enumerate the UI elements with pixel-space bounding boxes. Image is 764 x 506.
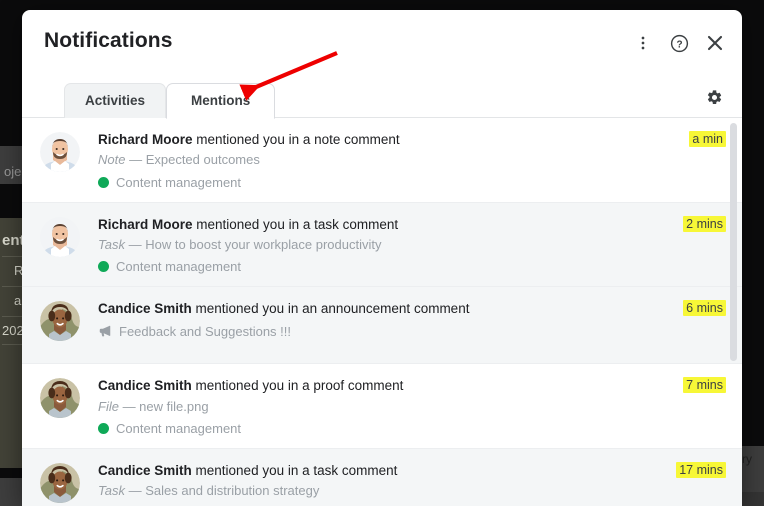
notification-author: Candice Smith <box>98 378 192 394</box>
notification-timestamp: 17 mins <box>676 462 726 479</box>
notification-author: Richard Moore <box>98 132 193 147</box>
notification-timestamp: 2 mins <box>683 215 726 232</box>
gear-icon[interactable] <box>702 85 726 109</box>
notification-meta: Content management <box>98 421 671 436</box>
avatar <box>40 301 80 342</box>
avatar <box>40 132 80 172</box>
status-dot-icon <box>98 261 109 273</box>
notification-meta: Content management <box>98 175 677 190</box>
notification-meta-label: Content management <box>116 259 242 275</box>
list-scrollbar-thumb[interactable] <box>730 123 737 361</box>
notification-timestamp: 7 mins <box>683 377 726 394</box>
notification-meta-label: Feedback and Suggestions !!! <box>119 323 292 339</box>
more-options-icon[interactable] <box>632 32 654 54</box>
header-actions: ? <box>632 32 726 54</box>
notification-body: Candice Smith mentioned you in a task co… <box>98 461 664 506</box>
notification-action: mentioned you in a note comment <box>192 132 400 147</box>
notification-subject: File — new file.png <box>98 397 671 417</box>
notification-title: Candice Smith mentioned you in a proof c… <box>98 377 671 395</box>
notification-author: Richard Moore <box>98 216 193 232</box>
notification-action: mentioned you in a task comment <box>192 216 399 232</box>
notification-meta: Feedback and Suggestions !!! <box>98 324 671 339</box>
notification-subject-text: — Sales and distribution strategy <box>124 483 320 499</box>
notification-title: Candice Smith mentioned you in a task co… <box>98 462 664 480</box>
notification-row[interactable]: Candice Smith mentioned you in an announ… <box>22 287 742 365</box>
notification-row[interactable]: Candice Smith mentioned you in a task co… <box>22 449 742 506</box>
notification-body: Candice Smith mentioned you in an announ… <box>98 299 671 338</box>
notification-kind: File <box>98 398 119 414</box>
notification-kind: Note <box>98 152 126 168</box>
notification-kind: Task <box>98 483 125 499</box>
modal-header: Notifications ? <box>22 10 742 72</box>
notification-title: Richard Moore mentioned you in a note co… <box>98 131 677 149</box>
notification-subject: Task — Sales and distribution strategy <box>98 481 664 501</box>
notification-action: mentioned you in a task comment <box>191 463 398 479</box>
svg-text:?: ? <box>676 39 682 50</box>
avatar <box>40 216 80 257</box>
notification-action: mentioned you in an announcement comment <box>191 301 470 317</box>
notification-row[interactable]: Richard Moore mentioned you in a task co… <box>22 202 742 288</box>
notification-body: Candice Smith mentioned you in a proof c… <box>98 376 671 436</box>
notification-title: Richard Moore mentioned you in a task co… <box>98 216 671 234</box>
notification-author: Candice Smith <box>98 301 192 317</box>
notification-timestamp: 6 mins <box>683 300 726 317</box>
notification-timestamp: a min <box>689 131 726 147</box>
tab-mentions[interactable]: Mentions <box>166 82 276 119</box>
notification-subject-text: — Expected outcomes <box>125 152 260 168</box>
help-icon[interactable]: ? <box>668 32 690 54</box>
tabs-row: Activities Mentions <box>22 72 742 119</box>
notification-subject-text: — new file.png <box>118 398 209 414</box>
notification-subject: Task — How to boost your workplace produ… <box>98 235 671 255</box>
notification-author: Candice Smith <box>98 463 192 479</box>
tabs: Activities Mentions <box>64 82 276 119</box>
close-icon[interactable] <box>704 32 726 54</box>
notification-subject-text: — How to boost your workplace productivi… <box>124 236 382 252</box>
tab-activities[interactable]: Activities <box>64 82 167 118</box>
notification-row[interactable]: Richard Moore mentioned you in a note co… <box>22 118 742 203</box>
megaphone-icon <box>98 324 112 338</box>
notification-meta: Content management <box>98 259 671 274</box>
avatar <box>40 378 80 419</box>
notification-body: Richard Moore mentioned you in a task co… <box>98 215 671 274</box>
notification-list[interactable]: Richard Moore mentioned you in a note co… <box>22 118 742 506</box>
notification-kind: Task <box>98 236 125 252</box>
notification-title: Candice Smith mentioned you in an announ… <box>98 300 671 318</box>
notification-meta-label: Content management <box>116 421 242 437</box>
background-text-year: 202 <box>2 323 24 338</box>
avatar <box>40 463 80 504</box>
notification-action: mentioned you in a proof comment <box>191 378 404 394</box>
list-scrollbar[interactable] <box>730 122 737 502</box>
notification-row[interactable]: Candice Smith mentioned you in a proof c… <box>22 364 742 450</box>
status-dot-icon <box>98 423 109 435</box>
notification-subject: Note — Expected outcomes <box>98 150 677 170</box>
page-title: Notifications <box>44 29 173 52</box>
status-dot-icon <box>98 176 109 188</box>
notifications-modal: Notifications ? Activities Mentions Rich… <box>22 10 742 506</box>
notification-meta-label: Content management <box>116 174 242 190</box>
notification-body: Richard Moore mentioned you in a note co… <box>98 130 677 190</box>
